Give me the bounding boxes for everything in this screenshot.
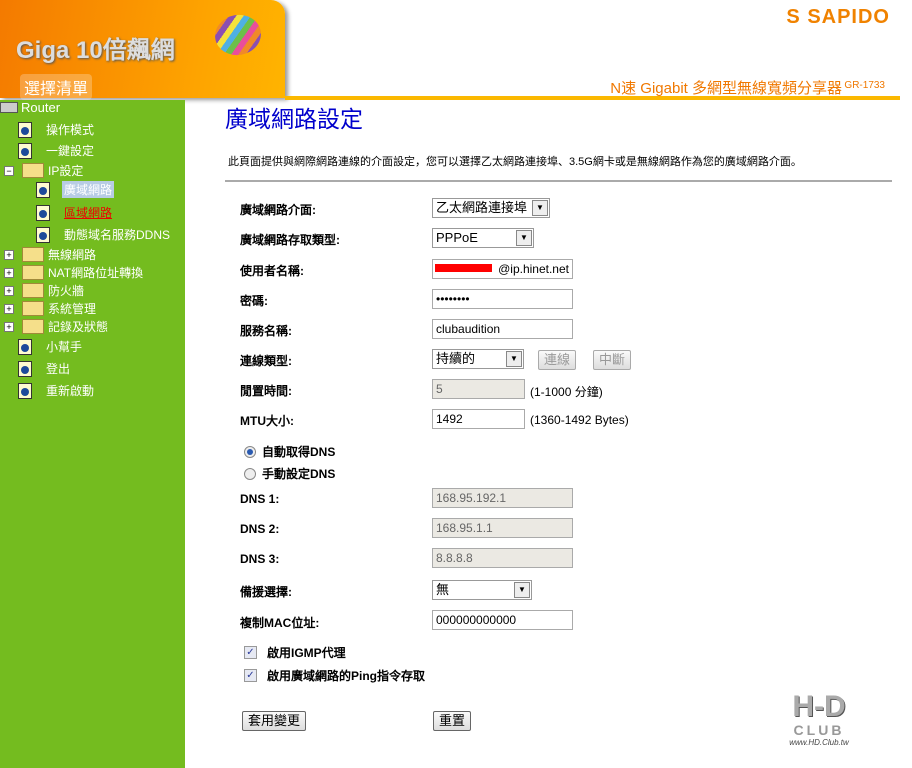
tree-root-router[interactable]: Router [0,100,60,115]
idle-time-label: 閒置時間: [240,384,292,398]
sapido-logo: S SAPIDO [786,6,890,28]
password-label: 密碼: [240,294,268,308]
apply-button[interactable]: 套用變更 [242,711,307,731]
ping-checkbox[interactable]: ✓ 啟用廣域網路的Ping指令存取 [244,667,425,684]
page-description: 此頁面提供與網際網路連線的介面設定，您可以選擇乙太網路連接埠、3.5G網卡或是無… [228,156,802,168]
idle-time-hint: (1-1000 分鐘) [530,385,603,399]
chevron-down-icon: ▼ [506,351,522,367]
folder-icon [22,283,44,298]
sidebar-item-wizard[interactable]: 小幫手 [18,338,82,355]
folder-icon [22,319,44,334]
dns-auto-radio[interactable]: 自動取得DNS [244,443,335,460]
dns2-input[interactable]: 168.95.1.1 [432,518,573,538]
username-label: 使用者名稱: [240,264,304,278]
sidebar-item-quick-setup[interactable]: 一鍵設定 [18,142,94,159]
connect-button[interactable]: 連線 [538,350,577,370]
page-icon [18,382,32,399]
username-input[interactable]: @ip.hinet.net [432,259,573,279]
model-number: GR-1733 [844,80,885,91]
clone-mac-label: 複制MAC位址: [240,616,320,630]
folder-icon [22,265,44,280]
access-type-select[interactable]: PPPoE ▼ [432,228,534,248]
wan-interface-select[interactable]: 乙太網路連接埠 ▼ [432,198,550,218]
folder-icon [22,301,44,316]
expand-icon[interactable]: + [4,285,14,296]
folder-open-icon [22,163,44,178]
sidebar-item-logout[interactable]: 登出 [18,360,70,377]
dns1-label: DNS 1: [240,492,280,506]
checkbox-checked-icon: ✓ [244,646,257,659]
menu-title: 選擇清單 [20,74,93,100]
mtu-hint: (1360-1492 Bytes) [530,413,629,427]
collapse-icon[interactable]: − [4,165,14,176]
disconnect-button[interactable]: 中斷 [593,350,632,370]
radio-unchecked-icon [244,467,256,480]
expand-icon[interactable]: + [4,321,14,332]
mtu-label: MTU大小: [240,414,294,428]
access-type-label: 廣域網路存取類型: [240,233,340,247]
password-input[interactable]: •••••••• [432,289,573,309]
radio-checked-icon [244,445,256,458]
sidebar-item-wan[interactable]: 廣域網路 [36,181,115,198]
expand-icon[interactable]: + [4,267,14,278]
page-icon [36,226,50,243]
idle-time-input[interactable]: 5 [432,379,525,399]
sidebar-item-ddns[interactable]: 動態域名服務DDNS [36,226,170,243]
sidebar-item-system[interactable]: + 系統管理 [4,300,96,317]
sidebar-nav: Router 操作模式 一鍵設定 − IP設定 廣域網路 區域網路 動態域名服務D… [0,100,185,768]
reset-button[interactable]: 重置 [433,711,472,731]
connection-type-select[interactable]: 持續的 ▼ [432,349,524,369]
service-name-input[interactable]: clubaudition [432,319,573,339]
page-icon [18,338,32,355]
dns1-input[interactable]: 168.95.192.1 [432,488,573,508]
page-icon [18,121,32,138]
sidebar-item-lan[interactable]: 區域網路 [36,204,112,221]
sidebar-item-nat[interactable]: + NAT網路位址轉換 [4,264,143,281]
chevron-down-icon: ▼ [516,230,532,246]
router-icon [0,102,18,113]
divider [225,180,892,182]
mtu-input[interactable]: 1492 [432,409,525,429]
redaction-bar [435,264,492,272]
sidebar-item-wireless[interactable]: + 無線網路 [4,246,96,263]
dns3-label: DNS 3: [240,552,280,566]
service-name-label: 服務名稱: [240,324,292,338]
sidebar-item-firewall[interactable]: + 防火牆 [4,282,84,299]
connection-type-label: 連線類型: [240,354,292,368]
expand-icon[interactable]: + [4,249,14,260]
sidebar-item-logs[interactable]: + 記錄及狀態 [4,318,108,335]
page-icon [18,142,32,159]
expand-icon[interactable]: + [4,303,14,314]
chevron-down-icon: ▼ [514,582,530,598]
backup-label: 備援選擇: [240,585,292,599]
folder-icon [22,247,44,262]
product-name: N速 Gigabit 多網型無線寬頻分享器 [610,80,842,97]
header-divider [285,96,900,100]
brand-title: Giga 10倍飆網 [16,37,175,64]
igmp-checkbox[interactable]: ✓ 啟用IGMP代理 [244,644,346,661]
page-icon [36,204,50,221]
dns3-input[interactable]: 8.8.8.8 [432,548,573,568]
page-icon [36,181,50,198]
page-title: 廣域網路設定 [225,107,363,133]
dns2-label: DNS 2: [240,522,280,536]
clone-mac-input[interactable]: 000000000000 [432,610,573,630]
checkbox-checked-icon: ✓ [244,669,257,682]
dns-manual-radio[interactable]: 手動設定DNS [244,465,335,482]
chevron-down-icon: ▼ [532,200,548,216]
sidebar-item-ip-settings[interactable]: − IP設定 [4,162,83,179]
backup-select[interactable]: 無 ▼ [432,580,532,600]
wan-interface-label: 廣域網路介面: [240,203,316,217]
sidebar-item-operation-mode[interactable]: 操作模式 [18,121,94,138]
hdclub-watermark: H-D CLUB www.HD.Club.tw [789,690,849,748]
page-icon [18,360,32,377]
sidebar-item-reboot[interactable]: 重新啟動 [18,382,94,399]
